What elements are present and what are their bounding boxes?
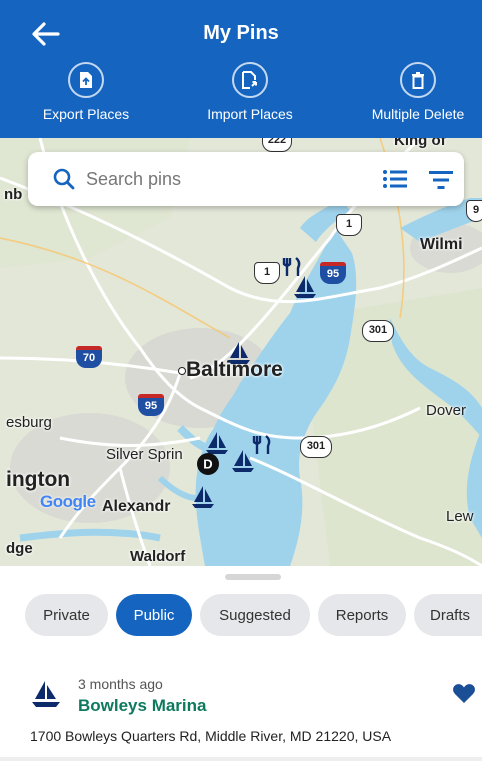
us-route-222-shield: 222 <box>262 138 292 152</box>
sailboat-pin-icon[interactable] <box>190 484 216 510</box>
search-icon <box>53 168 75 190</box>
map-label-dge: dge <box>6 540 33 557</box>
pin-name[interactable]: Bowleys Marina <box>78 696 207 716</box>
filter-icon[interactable] <box>428 169 454 191</box>
export-places-button[interactable]: Export Places <box>6 62 166 122</box>
restaurant-pin-icon[interactable] <box>282 256 304 278</box>
map-label-lewes: Lew <box>446 508 474 525</box>
map-label-alexandria: Alexandr <box>102 498 171 515</box>
pins-bottom-sheet: Private Public Suggested Reports Drafts … <box>0 566 482 763</box>
route-301-shield: 301 <box>300 436 332 458</box>
trash-icon <box>412 71 424 89</box>
pin-timestamp: 3 months ago <box>78 676 163 692</box>
list-item[interactable]: 3 months ago Bowleys Marina 1700 Bowleys… <box>0 666 482 760</box>
tab-public[interactable]: Public <box>116 594 192 636</box>
map-label-burg: esburg <box>6 414 52 431</box>
search-input[interactable] <box>86 164 356 194</box>
multiple-delete-button[interactable]: Multiple Delete <box>338 62 482 122</box>
map-label-washington: ington <box>6 468 71 491</box>
export-places-label: Export Places <box>42 106 130 122</box>
heart-icon[interactable] <box>452 682 476 704</box>
multiple-delete-label: Multiple Delete <box>371 106 465 122</box>
restaurant-pin-icon[interactable] <box>252 434 274 456</box>
search-bar <box>28 152 464 206</box>
tab-private[interactable]: Private <box>25 594 108 636</box>
tab-reports[interactable]: Reports <box>318 594 406 636</box>
map-label-waldorf: Waldorf <box>130 548 186 565</box>
map-label-wilmington: Wilmi <box>420 236 463 253</box>
pin-address: 1700 Bowleys Quarters Rd, Middle River, … <box>30 728 392 744</box>
city-dot <box>178 367 186 375</box>
google-logo-text: Google <box>40 492 96 511</box>
svg-text:D: D <box>203 457 212 472</box>
app-header: My Pins Export Places Import Places Mult… <box>0 0 482 138</box>
list-view-icon[interactable] <box>382 167 408 191</box>
sailboat-icon <box>32 681 60 707</box>
export-file-icon <box>80 72 92 88</box>
import-places-button[interactable]: Import Places <box>170 62 330 122</box>
us-route-1-shield: 1 <box>254 262 280 284</box>
map-label-dover: Dover <box>426 402 467 419</box>
import-places-label: Import Places <box>207 106 293 122</box>
google-attribution: Google <box>40 492 96 512</box>
import-file-icon <box>242 71 257 89</box>
interstate-70-shield: 70 <box>76 346 102 368</box>
sheet-drag-handle[interactable] <box>225 574 281 580</box>
dock-pin-icon[interactable]: D <box>196 452 220 476</box>
page-title: My Pins <box>203 22 279 44</box>
interstate-95-shield: 95 <box>320 262 346 284</box>
tab-suggested[interactable]: Suggested <box>200 594 310 636</box>
us-route-9-shield: 9 <box>466 200 482 222</box>
map-label-king-of: King of <box>394 138 446 149</box>
map-label-nb: nb <box>4 186 23 203</box>
sailboat-pin-icon[interactable] <box>226 340 252 366</box>
us-route-1-shield: 1 <box>336 214 362 236</box>
tab-drafts[interactable]: Drafts <box>414 594 482 636</box>
divider <box>0 757 482 761</box>
route-301-shield: 301 <box>362 320 394 342</box>
map-label-silver-spring: Silver Sprin <box>106 446 183 463</box>
interstate-95-shield: 95 <box>138 394 164 416</box>
